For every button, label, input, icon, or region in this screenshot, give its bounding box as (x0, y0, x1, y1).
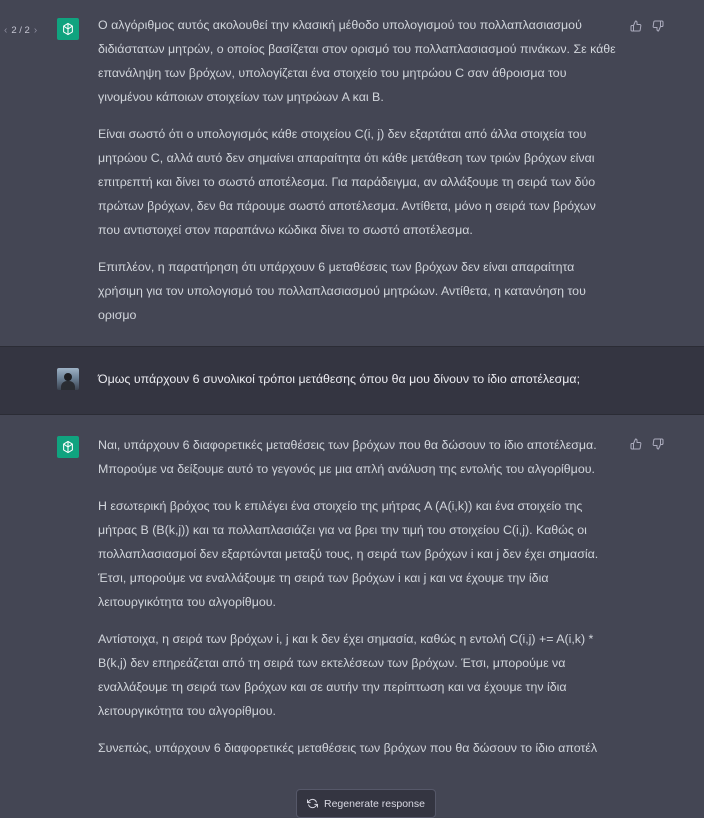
user-message-text: Όμως υπάρχουν 6 συνολικοί τρόποι μετάθεσ… (98, 372, 581, 386)
paragraph: Αντίστοιχα, η σειρά των βρόχων i, j και … (98, 632, 594, 718)
pager-label: 2 / 2 (11, 24, 30, 36)
chatgpt-logo-icon (57, 436, 79, 458)
thumbs-down-icon[interactable] (652, 20, 664, 32)
assistant-message-1-content: Ο αλγόριθμος αυτός ακολουθεί την κλασική… (98, 13, 620, 340)
chatgpt-logo-icon (57, 18, 79, 40)
assistant-message-1: ‹ 2 / 2 › Ο αλγόριθμος αυτός ακολουθεί τ… (0, 0, 704, 346)
paragraph: Η εσωτερική βρόχος του k επιλέγει ένα στ… (98, 499, 599, 609)
feedback-buttons (630, 20, 664, 32)
thumbs-down-icon[interactable] (652, 438, 664, 450)
chevron-left-icon[interactable]: ‹ (4, 25, 7, 36)
regenerate-label: Regenerate response (324, 797, 425, 810)
user-message: Όμως υπάρχουν 6 συνολικοί τρόποι μετάθεσ… (0, 346, 704, 415)
response-pager: ‹ 2 / 2 › (4, 21, 37, 39)
assistant-message-2-content: Ναι, υπάρχουν 6 διαφορετικές μεταθέσεις … (98, 433, 620, 773)
paragraph: Ο αλγόριθμος αυτός ακολουθεί την κλασική… (98, 18, 616, 104)
chat-thread: ‹ 2 / 2 › Ο αλγόριθμος αυτός ακολουθεί τ… (0, 0, 704, 818)
thumbs-up-icon[interactable] (630, 20, 642, 32)
paragraph: Ναι, υπάρχουν 6 διαφορετικές μεταθέσεις … (98, 438, 597, 476)
thumbs-up-icon[interactable] (630, 438, 642, 450)
paragraph: Επιπλέον, η παρατήρηση ότι υπάρχουν 6 με… (98, 260, 586, 322)
paragraph: Συνεπώς, υπάρχουν 6 διαφορετικές μεταθέσ… (98, 741, 598, 755)
user-avatar (57, 368, 79, 390)
feedback-buttons (630, 438, 664, 450)
regenerate-response-button[interactable]: Regenerate response (296, 789, 436, 818)
paragraph: Είναι σωστό ότι ο υπολογισμός κάθε στοιχ… (98, 127, 596, 237)
refresh-icon (307, 798, 318, 809)
assistant-message-2: Ναι, υπάρχουν 6 διαφορετικές μεταθέσεις … (0, 415, 704, 818)
chevron-right-icon[interactable]: › (34, 25, 37, 36)
